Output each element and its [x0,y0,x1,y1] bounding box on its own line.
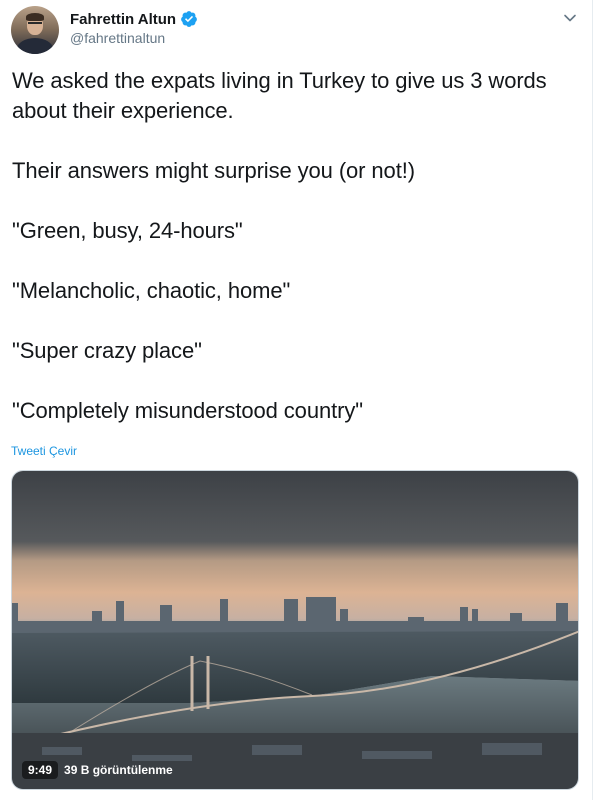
video-info-bar: 9:49 39 B görüntülenme [22,761,179,779]
tweet-line: Their answers might surprise you (or not… [12,158,415,183]
tweet-text: We asked the expats living in Turkey to … [12,66,582,426]
tweet-line: "Green, busy, 24-hours" [12,218,243,243]
tweet-card: Fahrettin Altun @fahrettinaltun We asked… [0,0,593,800]
author-name-row[interactable]: Fahrettin Altun [70,10,198,28]
tweet-line: "Melancholic, chaotic, home" [12,278,291,303]
tweet-line: "Super crazy place" [12,338,202,363]
author-name[interactable]: Fahrettin Altun [70,11,176,28]
video-duration: 9:49 [22,761,59,779]
avatar[interactable] [11,6,59,54]
video-view-count: 39 B görüntülenme [64,763,173,777]
video-thumbnail [12,471,578,789]
avatar-glasses [28,22,42,25]
tweet-line: "Completely misunderstood country" [12,398,363,423]
avatar-hair [26,13,44,21]
verified-badge-icon [181,11,197,27]
translate-tweet-link[interactable]: Tweeti Çevir [11,444,77,458]
chevron-down-icon[interactable] [562,10,578,26]
avatar-shoulders [17,38,53,54]
tweet-line: We asked the expats living in Turkey to … [12,68,547,123]
video-player[interactable]: 9:49 39 B görüntülenme [11,470,579,790]
author-handle[interactable]: @fahrettinaltun [70,30,165,46]
